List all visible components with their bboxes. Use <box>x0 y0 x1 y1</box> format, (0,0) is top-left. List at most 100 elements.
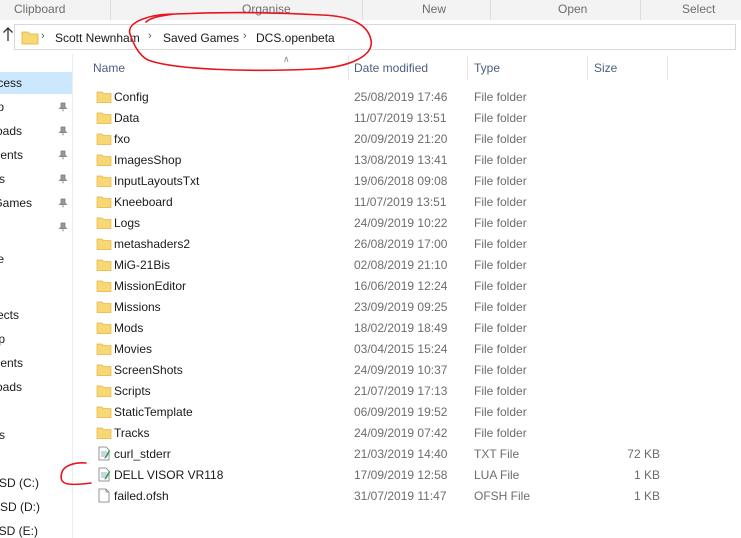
nav-item-pinned[interactable] <box>0 216 72 238</box>
file-row[interactable]: Logs 24/09/2019 10:22 File folder <box>73 212 673 233</box>
nav-item-onedrive[interactable]: e <box>0 248 72 270</box>
file-row[interactable]: fxo 20/09/2019 21:20 File folder <box>73 128 673 149</box>
address-row: › Scott Newnham › Saved Games › DCS.open… <box>0 20 741 54</box>
folder-icon <box>96 362 112 377</box>
file-row[interactable]: curl_stderr 21/03/2019 14:40 TXT File 72 KB <box>73 443 673 464</box>
file-type: LUA File <box>474 468 520 482</box>
file-row[interactable]: failed.ofsh 31/07/2019 11:47 OFSH File 1 KB <box>73 485 673 506</box>
breadcrumb-dcs-openbeta[interactable]: DCS.openbeta <box>256 31 335 45</box>
file-date-modified: 26/08/2019 17:00 <box>354 237 448 251</box>
file-row[interactable]: Kneeboard 11/07/2019 13:51 File folder <box>73 191 673 212</box>
file-date-modified: 16/06/2019 12:24 <box>354 279 448 293</box>
file-date-modified: 31/07/2019 11:47 <box>354 489 447 503</box>
nav-item-videos[interactable]: s <box>0 424 72 446</box>
file-date-modified: 11/07/2019 13:51 <box>354 111 447 125</box>
file-date-modified: 11/07/2019 13:51 <box>354 195 447 209</box>
file-date-modified: 17/09/2019 12:58 <box>354 468 448 482</box>
file-size: 72 KB <box>627 447 660 461</box>
column-divider[interactable] <box>667 56 668 80</box>
file-row[interactable]: MiG-21Bis 02/08/2019 21:10 File folder <box>73 254 673 275</box>
file-type: OFSH File <box>474 489 531 503</box>
column-headers: ∧ Name Date modified Type Size <box>73 54 741 82</box>
nav-item-3d-objects[interactable]: ects <box>0 304 72 326</box>
folder-icon <box>96 215 112 230</box>
file-row[interactable]: StaticTemplate 06/09/2019 19:52 File folde… <box>73 401 673 422</box>
file-row[interactable]: Mods 18/02/2019 18:49 File folder <box>73 317 673 338</box>
text-file-icon <box>96 446 112 461</box>
column-header-date-modified[interactable]: Date modified <box>354 61 428 75</box>
nav-item-downloads-2[interactable]: oads <box>0 376 72 398</box>
column-header-size[interactable]: Size <box>594 61 617 75</box>
file-type: File folder <box>474 279 527 293</box>
ribbon-divider <box>362 0 363 20</box>
file-row[interactable]: ImagesShop 13/08/2019 13:41 File folder <box>73 149 673 170</box>
address-bar[interactable]: › Scott Newnham › Saved Games › DCS.open… <box>14 24 736 50</box>
nav-item-drive-d[interactable]: SSD (D:) <box>0 496 72 518</box>
nav-item-downloads[interactable]: oads <box>0 120 72 142</box>
column-header-type[interactable]: Type <box>474 61 500 75</box>
nav-item-saved-games[interactable]: Games <box>0 192 72 214</box>
file-name: MissionEditor <box>114 279 187 293</box>
folder-icon <box>96 341 112 356</box>
column-divider[interactable] <box>348 56 349 80</box>
file-type: File folder <box>474 237 527 251</box>
file-name: metashaders2 <box>114 237 191 251</box>
file-name: Data <box>114 111 140 125</box>
file-row[interactable]: Scripts 21/07/2019 17:13 File folder <box>73 380 673 401</box>
file-date-modified: 24/09/2019 07:42 <box>354 426 448 440</box>
folder-icon <box>96 194 112 209</box>
file-name: failed.ofsh <box>114 489 169 503</box>
file-type: File folder <box>474 90 527 104</box>
file-type: TXT File <box>474 447 520 461</box>
file-name: DELL VISOR VR118 <box>114 468 224 482</box>
column-header-name[interactable]: Name <box>93 61 125 75</box>
folder-icon <box>96 152 112 167</box>
column-divider[interactable] <box>587 56 588 80</box>
file-name: Scripts <box>114 384 151 398</box>
nav-item-desktop-2[interactable]: p <box>0 328 72 350</box>
folder-icon <box>96 236 112 251</box>
chevron-right-icon[interactable]: › <box>243 30 247 42</box>
file-row[interactable]: Missions 23/09/2019 09:25 File folder <box>73 296 673 317</box>
ribbon-label-select: Select <box>682 2 716 16</box>
file-row[interactable]: ScreenShots 24/09/2019 10:37 File folder <box>73 359 673 380</box>
file-row[interactable]: Data 11/07/2019 13:51 File folder <box>73 107 673 128</box>
ribbon-label-new: New <box>422 2 447 16</box>
file-row[interactable]: InputLayoutsTxt 19/06/2018 09:08 File fold… <box>73 170 673 191</box>
file-name: Mods <box>114 321 144 335</box>
file-size: 1 KB <box>633 489 660 503</box>
nav-item-desktop[interactable]: p <box>0 96 72 118</box>
file-type: File folder <box>474 132 527 146</box>
breadcrumb-saved-games[interactable]: Saved Games <box>163 31 239 45</box>
chevron-right-icon[interactable]: › <box>148 30 152 42</box>
up-arrow-icon[interactable] <box>2 26 14 46</box>
ribbon-divider <box>490 0 491 20</box>
file-row[interactable]: Tracks 24/09/2019 07:42 File folder <box>73 422 673 443</box>
file-row[interactable]: Movies 03/04/2015 15:24 File folder <box>73 338 673 359</box>
file-row[interactable]: metashaders2 26/08/2019 17:00 File folder <box>73 233 673 254</box>
file-row[interactable]: Config 25/08/2019 17:46 File folder <box>73 86 673 107</box>
folder-icon <box>96 383 112 398</box>
folder-icon <box>96 131 112 146</box>
nav-item-drive-e[interactable]: SSD (E:) <box>0 520 72 538</box>
nav-item-pictures[interactable]: s <box>0 168 72 190</box>
navigation-pane: cess p oads ents s Games e ects p ents o… <box>0 54 72 538</box>
nav-item-documents-2[interactable]: ents <box>0 352 72 374</box>
breadcrumb-scott-newnham[interactable]: Scott Newnham <box>55 31 140 45</box>
file-type: File folder <box>474 321 527 335</box>
file-type: File folder <box>474 153 527 167</box>
file-row[interactable]: DELL VISOR VR118 17/09/2019 12:58 LUA File… <box>73 464 673 485</box>
file-size: 1 KB <box>633 468 660 482</box>
file-date-modified: 02/08/2019 21:10 <box>354 258 448 272</box>
ribbon-divider <box>110 0 111 20</box>
nav-item-documents[interactable]: ents <box>0 144 72 166</box>
file-name: Kneeboard <box>114 195 173 209</box>
column-divider[interactable] <box>467 56 468 80</box>
file-date-modified: 20/09/2019 21:20 <box>354 132 448 146</box>
chevron-right-icon[interactable]: › <box>41 30 45 42</box>
nav-item-drive-c[interactable]: SSD (C:) <box>0 472 72 494</box>
file-row[interactable]: MissionEditor 16/06/2019 12:24 File folder <box>73 275 673 296</box>
folder-icon <box>96 404 112 419</box>
nav-item-quick-access[interactable]: cess <box>0 72 72 94</box>
folder-icon <box>21 31 39 45</box>
